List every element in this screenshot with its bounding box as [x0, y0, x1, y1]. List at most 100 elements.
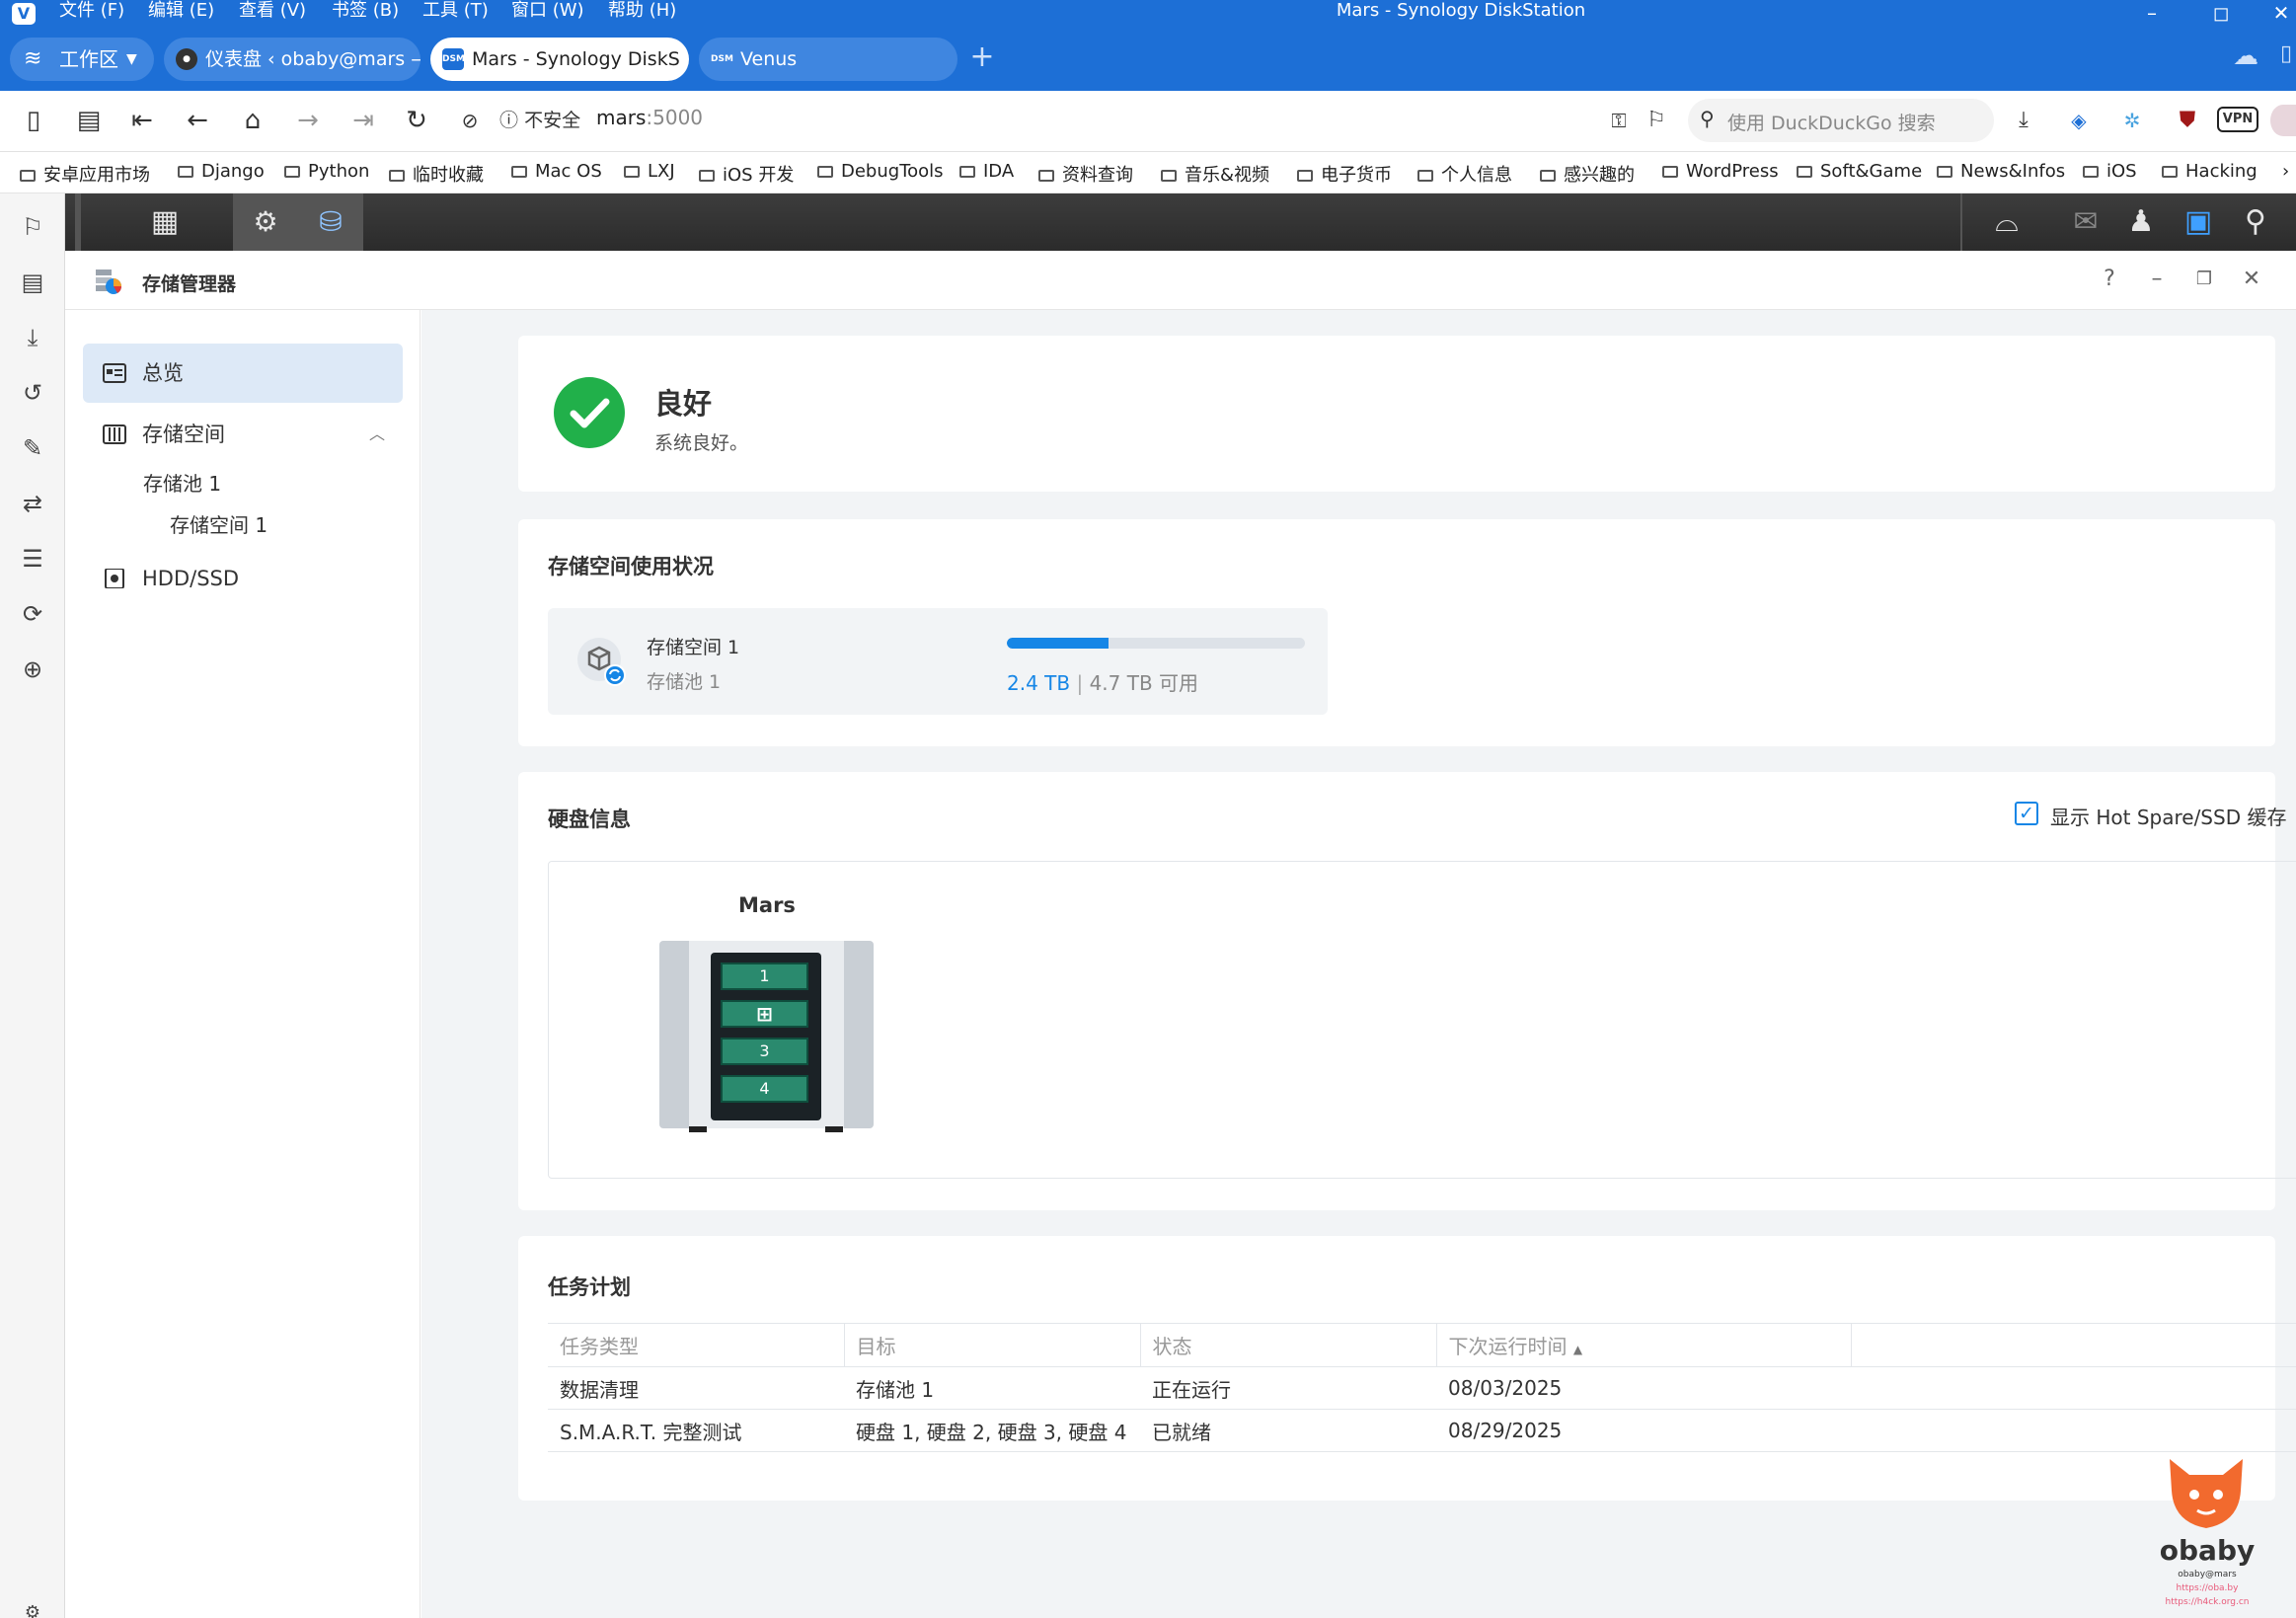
bookmark-folder[interactable]: 电子货币: [1297, 161, 1392, 187]
settings-gear-icon[interactable]: ⚙: [15, 1595, 50, 1618]
loading-extension-icon[interactable]: ✲: [2116, 105, 2148, 136]
bookmark-folder[interactable]: LXJ: [624, 161, 675, 182]
fast-forward-icon[interactable]: ⇥: [345, 103, 381, 138]
drive-bay-1[interactable]: 1: [721, 963, 808, 990]
site-security[interactable]: ⓘ 不安全: [499, 106, 580, 132]
maximize-icon[interactable]: ◻: [2201, 0, 2241, 30]
chevron-up-icon[interactable]: ︿: [369, 405, 385, 464]
main-menu-grid-icon[interactable]: ▦: [132, 193, 197, 251]
col-target[interactable]: 目标: [844, 1323, 1141, 1367]
nas-device[interactable]: 1 ⊞ 3 4: [659, 941, 874, 1133]
bookmark-folder[interactable]: 个人信息: [1417, 161, 1512, 187]
menu-window[interactable]: 窗口 (W): [511, 0, 584, 30]
bookmark-folder[interactable]: Mac OS: [511, 161, 602, 182]
bookmark-folder[interactable]: WordPress: [1662, 161, 1779, 182]
nav-volume-1[interactable]: 存储空间 1: [170, 505, 268, 545]
bookmark-folder[interactable]: Python: [284, 161, 369, 182]
volume-usage-item[interactable]: 存储空间 1 存储池 1 2.4 TB | 4.7 TB 可用: [548, 608, 1328, 715]
widgets-icon[interactable]: ▣: [2166, 193, 2231, 251]
bookmark-folder[interactable]: Hacking: [2162, 161, 2258, 182]
close-app-icon[interactable]: ✕: [2237, 265, 2266, 294]
menu-bookmarks[interactable]: 书签 (B): [332, 0, 399, 30]
trash-icon[interactable]: ▯: [2280, 41, 2296, 71]
menu-help[interactable]: 帮助 (H): [608, 0, 676, 30]
bookmark-folder[interactable]: iOS: [2083, 161, 2137, 182]
control-panel-icon[interactable]: ⚙: [233, 193, 298, 251]
bookmark-folder[interactable]: 临时收藏: [389, 161, 484, 187]
history-icon[interactable]: ↺: [15, 375, 50, 411]
hot-spare-label[interactable]: 显示 Hot Spare/SSD 缓存: [2050, 802, 2286, 830]
url-text[interactable]: mars:5000: [596, 106, 703, 129]
nav-storage-pool-1[interactable]: 存储池 1: [143, 464, 221, 503]
download-icon[interactable]: ⤓: [2008, 105, 2039, 136]
reader-icon[interactable]: ▤: [71, 103, 107, 138]
reading-list-icon[interactable]: ▤: [15, 265, 50, 300]
reload-icon[interactable]: ↻: [399, 103, 434, 138]
notification-tray-icon[interactable]: ⌓: [1974, 193, 2039, 251]
tab-venus[interactable]: DSM Venus: [699, 38, 957, 81]
bookmark-folder[interactable]: Soft&Game: [1797, 161, 1922, 182]
bookmark-folder[interactable]: 资料查询: [1038, 161, 1133, 187]
task-spacer: [1851, 1409, 2296, 1452]
minimize-app-icon[interactable]: –: [2142, 265, 2172, 294]
bookmark-folder[interactable]: 感兴趣的: [1540, 161, 1635, 187]
bookmark-folder[interactable]: Django: [178, 161, 265, 182]
vivaldi-logo-icon[interactable]: V: [12, 3, 36, 25]
user-icon[interactable]: ♟: [2108, 193, 2174, 251]
dsm-search-icon[interactable]: ⚲: [2223, 193, 2288, 251]
search-field[interactable]: ⚲ 使用 DuckDuckGo 搜索: [1688, 99, 1994, 142]
drive-bay-2-plus-icon[interactable]: ⊞: [721, 1000, 808, 1028]
vpn-icon[interactable]: VPN: [2217, 107, 2258, 132]
notes-icon[interactable]: ✎: [15, 430, 50, 466]
menu-view[interactable]: 查看 (V): [239, 0, 306, 30]
add-panel-icon[interactable]: ⊕: [15, 652, 50, 687]
minimize-icon[interactable]: –: [2132, 0, 2172, 30]
col-task-type[interactable]: 任务类型: [548, 1323, 845, 1367]
bookmark-folder[interactable]: 安卓应用市场: [20, 161, 150, 187]
bookmark-folder[interactable]: DebugTools: [817, 161, 944, 182]
nav-storage[interactable]: 存储空间 ︿: [83, 405, 403, 464]
hot-spare-checkbox[interactable]: ✓: [2015, 802, 2038, 825]
bookmark-folder[interactable]: News&Infos: [1937, 161, 2065, 182]
rewind-icon[interactable]: ⇤: [124, 103, 160, 138]
new-tab-plus-icon[interactable]: +: [967, 42, 997, 73]
menu-edit[interactable]: 编辑 (E): [148, 0, 214, 30]
tab-dashboard[interactable]: ● 仪表盘 ‹ obaby@mars — W: [164, 38, 421, 81]
restore-app-icon[interactable]: ❐: [2189, 265, 2219, 294]
storage-manager-icon[interactable]: ⛁: [298, 193, 363, 251]
bookmark-folder[interactable]: 音乐&视频: [1161, 161, 1269, 187]
back-icon[interactable]: ←: [180, 103, 215, 138]
col-status[interactable]: 状态: [1140, 1323, 1437, 1367]
sync-icon[interactable]: ⟳: [15, 596, 50, 632]
home-icon[interactable]: ⌂: [235, 103, 270, 138]
more-bookmarks-icon[interactable]: ›: [2282, 161, 2289, 182]
downloads-panel-icon[interactable]: ⤓: [15, 320, 50, 355]
ublock-icon[interactable]: ⛊: [2172, 105, 2203, 136]
drive-bay-3[interactable]: 3: [721, 1038, 808, 1065]
profile-avatar[interactable]: [2270, 105, 2296, 136]
menu-tools[interactable]: 工具 (T): [422, 0, 489, 30]
block-icon[interactable]: ⊘: [452, 103, 488, 138]
workspace-button[interactable]: ≋ 工作区 ▼: [10, 38, 154, 81]
layers-extension-icon[interactable]: ◈: [2063, 105, 2095, 136]
key-icon[interactable]: ⚿: [1601, 103, 1637, 138]
forward-icon[interactable]: →: [290, 103, 326, 138]
translate-icon[interactable]: ⇄: [15, 486, 50, 521]
close-window-icon[interactable]: ✕: [2266, 0, 2296, 30]
help-icon[interactable]: ?: [2095, 265, 2124, 294]
window-panel-icon[interactable]: ☰: [15, 541, 50, 577]
panel-toggle-icon[interactable]: ▯: [16, 103, 51, 138]
tab-mars-dsm[interactable]: DSM Mars - Synology DiskStatio: [430, 38, 689, 81]
nav-overview[interactable]: 总览: [83, 344, 403, 403]
bookmark-icon[interactable]: ⚐: [1639, 103, 1674, 138]
drive-bay-4[interactable]: 4: [721, 1075, 808, 1103]
nav-hdd-ssd[interactable]: HDD/SSD: [83, 549, 403, 608]
table-row[interactable]: S.M.A.R.T. 完整测试 硬盘 1, 硬盘 2, 硬盘 3, 硬盘 4 已…: [548, 1409, 2296, 1452]
cloud-sync-icon[interactable]: ☁: [2233, 41, 2268, 71]
bookmark-folder[interactable]: iOS 开发: [699, 161, 794, 187]
bookmark-folder[interactable]: IDA: [959, 161, 1014, 182]
bookmarks-panel-icon[interactable]: ⚐: [15, 209, 50, 245]
menu-file[interactable]: 文件 (F): [59, 0, 124, 30]
table-row[interactable]: 数据清理 存储池 1 正在运行 08/03/2025: [548, 1366, 2296, 1410]
col-next-run[interactable]: 下次运行时间 ▲: [1436, 1323, 1852, 1367]
